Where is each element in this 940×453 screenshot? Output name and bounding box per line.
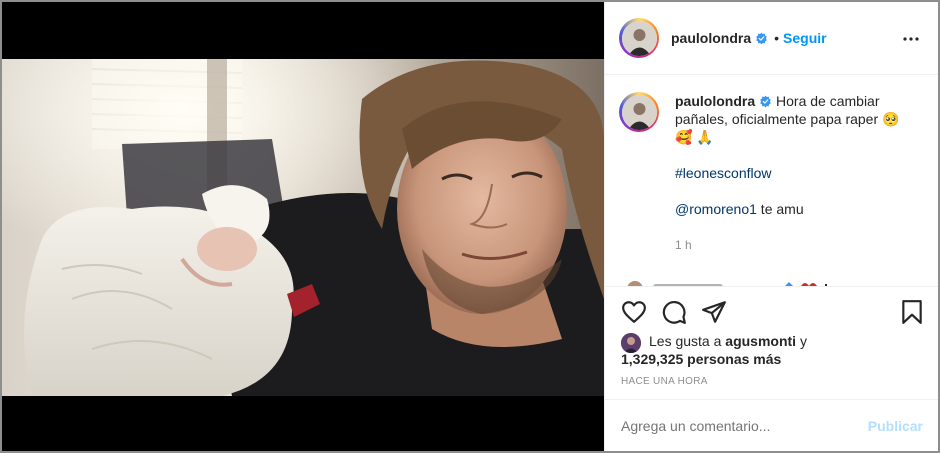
comments-section[interactable]: paulolondra Hora de cambiar pañales, ofi… xyxy=(605,76,938,286)
post-side-panel: paulolondra • Seguir paulolondra Hora de… xyxy=(604,2,938,451)
mention-link[interactable]: @romoreno1 xyxy=(675,201,757,217)
caption-emojis: 🥰 🙏 xyxy=(675,129,714,145)
verified-badge-icon xyxy=(756,32,767,44)
likes-line-1: Les gusta a agusmonti y xyxy=(649,332,921,350)
caption: paulolondra Hora de cambiar pañales, ofi… xyxy=(619,92,923,254)
avatar[interactable] xyxy=(619,18,659,58)
caption-avatar[interactable] xyxy=(619,92,659,132)
caption-username[interactable]: paulolondra xyxy=(675,93,755,109)
action-bar xyxy=(605,286,938,334)
caption-time: 1 h xyxy=(675,238,692,252)
verified-badge-icon xyxy=(760,95,771,108)
add-comment-bar: Publicar xyxy=(605,399,938,451)
comment-bubble-icon[interactable] xyxy=(661,299,687,325)
comment-input[interactable] xyxy=(621,417,868,434)
instagram-post-window: paulolondra • Seguir paulolondra Hora de… xyxy=(0,0,940,453)
caption-text: paulolondra Hora de cambiar pañales, ofi… xyxy=(675,92,915,254)
liker-username[interactable]: agusmonti xyxy=(725,333,796,349)
mention-line: @romoreno1 te amu xyxy=(675,200,915,218)
hashtag-link[interactable]: #leonesconflow xyxy=(675,164,915,182)
follow-button[interactable]: Seguir xyxy=(783,30,827,46)
likes-summary: Les gusta a agusmonti y 1,329,325 person… xyxy=(621,332,921,368)
post-photo[interactable] xyxy=(2,59,604,396)
bookmark-icon[interactable] xyxy=(899,299,925,325)
likes-count[interactable]: 1,329,325 personas más xyxy=(621,351,781,367)
likes-prefix: Les gusta a xyxy=(649,333,726,349)
likes-line-2: 1,329,325 personas más xyxy=(621,350,921,368)
post-media[interactable] xyxy=(2,2,604,451)
post-timestamp[interactable]: HACE UNA HORA xyxy=(621,376,708,387)
liker-avatar[interactable] xyxy=(621,333,641,353)
post-header: paulolondra • Seguir xyxy=(605,2,938,75)
heart-icon[interactable] xyxy=(621,299,647,325)
likes-connector: y xyxy=(796,333,807,349)
mention-suffix: te amu xyxy=(756,201,804,217)
paper-plane-icon[interactable] xyxy=(701,299,727,325)
publish-button[interactable]: Publicar xyxy=(868,418,923,434)
more-options-icon[interactable] xyxy=(901,29,921,49)
header-username[interactable]: paulolondra xyxy=(671,30,751,46)
separator-dot: • xyxy=(774,30,780,46)
partially-visible-comment xyxy=(625,276,925,286)
